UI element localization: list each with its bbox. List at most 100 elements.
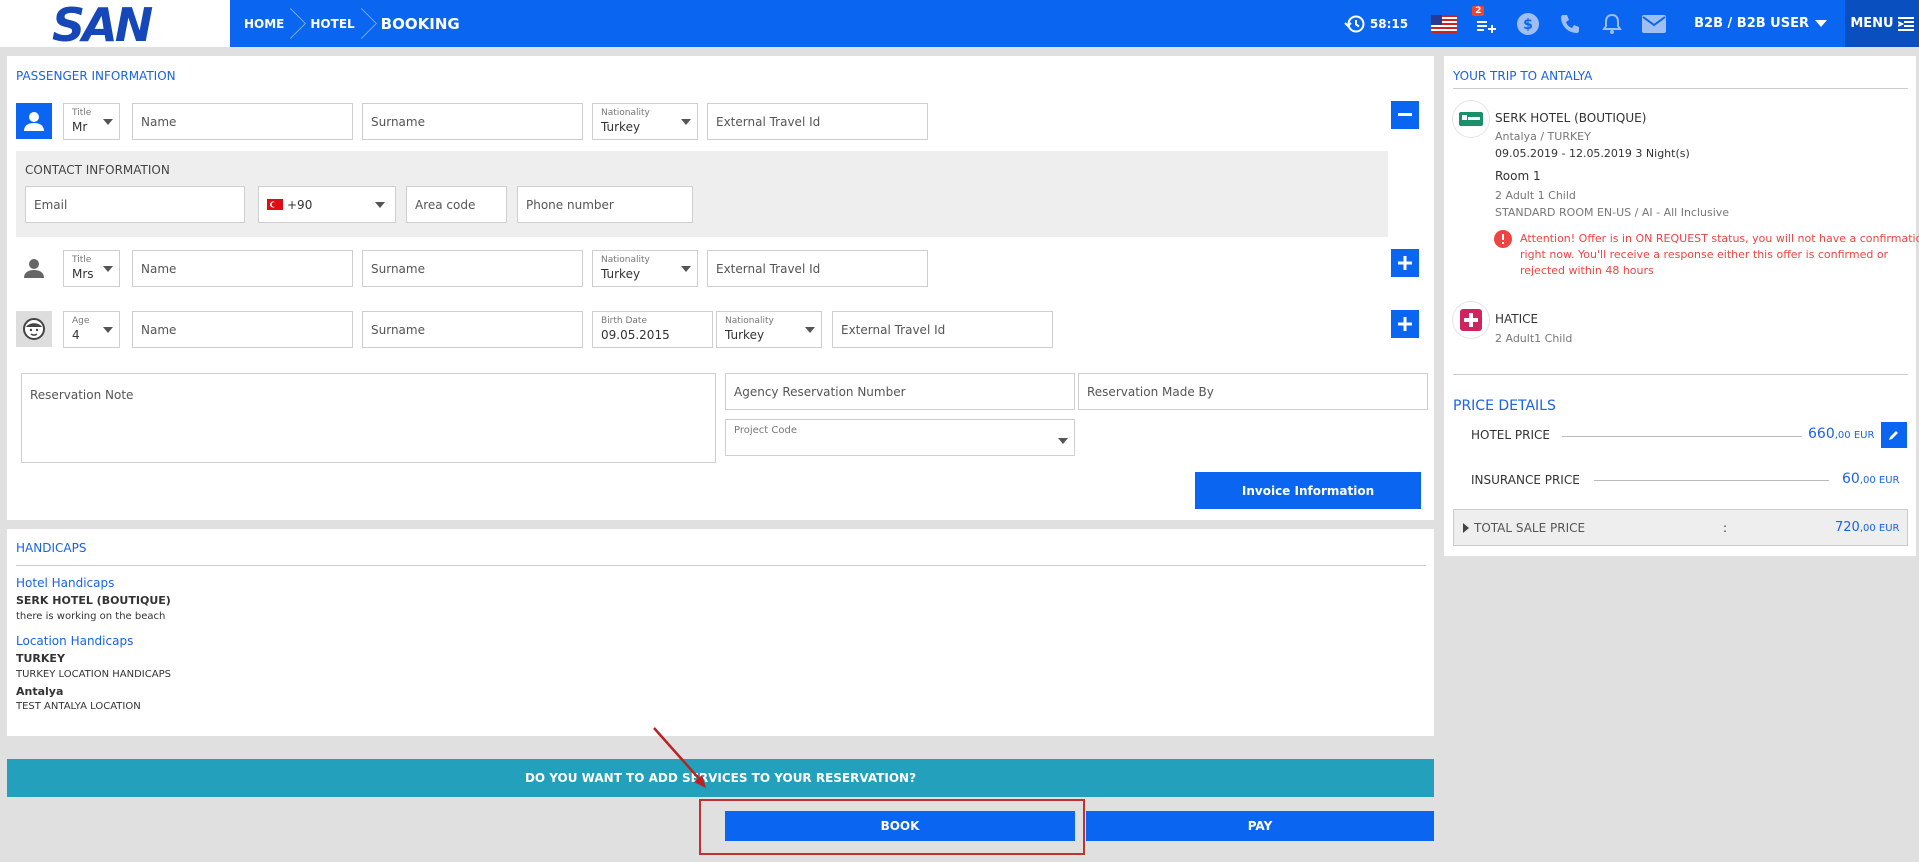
- title-select-label: Title: [72, 108, 92, 118]
- language-flag-us-icon[interactable]: [1428, 0, 1460, 47]
- add-services-bar[interactable]: DO YOU WANT TO ADD SERVICES TO YOUR RESE…: [7, 759, 1434, 797]
- on-request-warning: rejected within 48 hours: [1520, 264, 1654, 277]
- logo[interactable]: SAN: [0, 0, 230, 52]
- menu-label: MENU: [1850, 16, 1894, 31]
- hotel-price-label: HOTEL PRICE: [1471, 428, 1550, 442]
- adult-male-avatar: [16, 103, 52, 139]
- edit-price-button[interactable]: [1881, 422, 1907, 448]
- breadcrumb-booking: BOOKING: [380, 14, 460, 33]
- age-select-value: 4: [72, 328, 80, 342]
- svg-text:$: $: [1523, 17, 1533, 33]
- nationality-select[interactable]: Nationality Turkey: [716, 311, 822, 348]
- trip-dates: 09.05.2019 - 12.05.2019 3 Night(s): [1495, 147, 1690, 160]
- caret-down-icon: [103, 118, 113, 125]
- reservation-note-textarea[interactable]: Reservation Note: [21, 373, 716, 463]
- mail-icon[interactable]: [1638, 0, 1670, 47]
- email-input[interactable]: Email: [25, 186, 245, 223]
- breadcrumb: HOME HOTEL BOOKING: [244, 0, 460, 47]
- hotel-price-integer: 660: [1808, 426, 1835, 442]
- handicaps-section-title: HANDICAPS: [16, 541, 87, 555]
- caret-down-icon: [1058, 438, 1068, 444]
- area-code-input[interactable]: Area code: [406, 186, 507, 223]
- surname-input[interactable]: Surname: [362, 250, 583, 287]
- nationality-select-label: Nationality: [601, 255, 650, 265]
- nationality-select-value: Turkey: [601, 267, 641, 281]
- timer-value: 58:15: [1369, 16, 1409, 31]
- phone-number-input[interactable]: Phone number: [517, 186, 693, 223]
- user-name: B2B / B2B USER: [1694, 16, 1809, 31]
- section-divider: [16, 565, 1426, 566]
- location-handicaps-heading: Location Handicaps: [16, 634, 134, 648]
- nationality-select[interactable]: Nationality Turkey: [592, 250, 698, 287]
- nationality-select-label: Nationality: [601, 108, 650, 118]
- remove-passenger-button[interactable]: [1391, 101, 1419, 129]
- birth-date-input[interactable]: Birth Date 09.05.2015: [592, 311, 713, 348]
- book-button[interactable]: BOOK: [725, 811, 1075, 841]
- birth-date-label: Birth Date: [601, 316, 647, 326]
- handicap-hotel-name: SERK HOTEL (BOUTIQUE): [16, 594, 171, 607]
- name-input[interactable]: Name: [132, 311, 353, 348]
- chevron-down-icon: [1815, 19, 1827, 27]
- trip-location: Antalya / TURKEY: [1495, 130, 1591, 143]
- currency-dollar-icon[interactable]: $: [1512, 0, 1544, 47]
- external-travel-id-input[interactable]: External Travel Id: [832, 311, 1053, 348]
- title-select-value: Mrs: [72, 267, 94, 281]
- caret-right-icon: [1463, 523, 1469, 533]
- person-icon: [24, 112, 44, 131]
- name-input[interactable]: Name: [132, 103, 353, 140]
- menu-button[interactable]: MENU: [1845, 0, 1919, 47]
- title-select-value: Mr: [72, 120, 88, 134]
- agency-reservation-number-input[interactable]: Agency Reservation Number: [725, 373, 1075, 410]
- hotel-handicaps-heading: Hotel Handicaps: [16, 576, 115, 590]
- add-passenger-button[interactable]: [1391, 249, 1419, 277]
- title-select[interactable]: Title Mr: [63, 103, 120, 140]
- price-leader-line: [1594, 480, 1829, 481]
- alert-icon: [1494, 230, 1512, 248]
- insurance-name: HATICE: [1495, 312, 1539, 326]
- surname-input[interactable]: Surname: [362, 103, 583, 140]
- user-menu[interactable]: B2B / B2B USER: [1694, 16, 1827, 31]
- invoice-information-button[interactable]: Invoice Information: [1195, 472, 1421, 509]
- trip-summary-panel: YOUR TRIP TO ANTALYA SERK HOTEL (BOUTIQU…: [1444, 56, 1919, 556]
- plus-icon: [1398, 256, 1412, 270]
- nationality-select[interactable]: Nationality Turkey: [592, 103, 698, 140]
- caret-down-icon: [103, 265, 113, 272]
- age-select[interactable]: Age 4: [63, 311, 120, 348]
- external-travel-id-input[interactable]: External Travel Id: [707, 250, 928, 287]
- cart-add-icon[interactable]: 2: [1470, 0, 1502, 47]
- menu-lines-icon: [1897, 16, 1914, 31]
- trip-hotel-name: SERK HOTEL (BOUTIQUE): [1495, 111, 1647, 125]
- trip-room: Room 1: [1495, 169, 1541, 183]
- handicap-location-name: TURKEY: [16, 652, 65, 665]
- section-divider: [1453, 88, 1908, 89]
- insurance-price-label: INSURANCE PRICE: [1471, 473, 1580, 487]
- external-travel-id-input[interactable]: External Travel Id: [707, 103, 928, 140]
- title-select[interactable]: Title Mrs: [63, 250, 120, 287]
- section-divider: [1453, 374, 1908, 375]
- add-passenger-button[interactable]: [1391, 310, 1419, 338]
- trip-title: YOUR TRIP TO ANTALYA: [1453, 69, 1593, 83]
- surname-input[interactable]: Surname: [362, 311, 583, 348]
- contact-info-box: CONTACT INFORMATION Email +90 Area code …: [16, 151, 1388, 237]
- add-services-label: DO YOU WANT TO ADD SERVICES TO YOUR RESE…: [524, 771, 917, 785]
- total-sale-price-row[interactable]: TOTAL SALE PRICE : 720,00 EUR: [1453, 509, 1908, 546]
- child-face-icon: [23, 318, 45, 340]
- project-code-select[interactable]: Project Code: [725, 419, 1075, 456]
- phone-icon[interactable]: [1554, 0, 1586, 47]
- history-clock-icon: [1344, 15, 1365, 32]
- reservation-made-by-input[interactable]: Reservation Made By: [1078, 373, 1428, 410]
- hotel-price-decimal: ,00 EUR: [1834, 430, 1875, 441]
- hotel-price-amount: 660,00 EUR: [1808, 426, 1874, 442]
- total-sale-price-amount: 720,00 EUR: [1835, 520, 1900, 535]
- caret-down-icon: [681, 118, 691, 125]
- pay-button[interactable]: PAY: [1086, 811, 1434, 841]
- name-input[interactable]: Name: [132, 250, 353, 287]
- caret-down-icon: [681, 265, 691, 272]
- on-request-warning: Attention! Offer is in ON REQUEST status…: [1520, 232, 1919, 245]
- insurance-pax: 2 Adult1 Child: [1495, 332, 1573, 345]
- country-code-select[interactable]: +90: [258, 186, 396, 223]
- on-request-warning: right now. You'll receive a response eit…: [1520, 248, 1889, 261]
- contact-section-title: CONTACT INFORMATION: [25, 163, 170, 177]
- handicap-hotel-note: there is working on the beach: [16, 611, 166, 622]
- bell-icon[interactable]: [1596, 0, 1628, 47]
